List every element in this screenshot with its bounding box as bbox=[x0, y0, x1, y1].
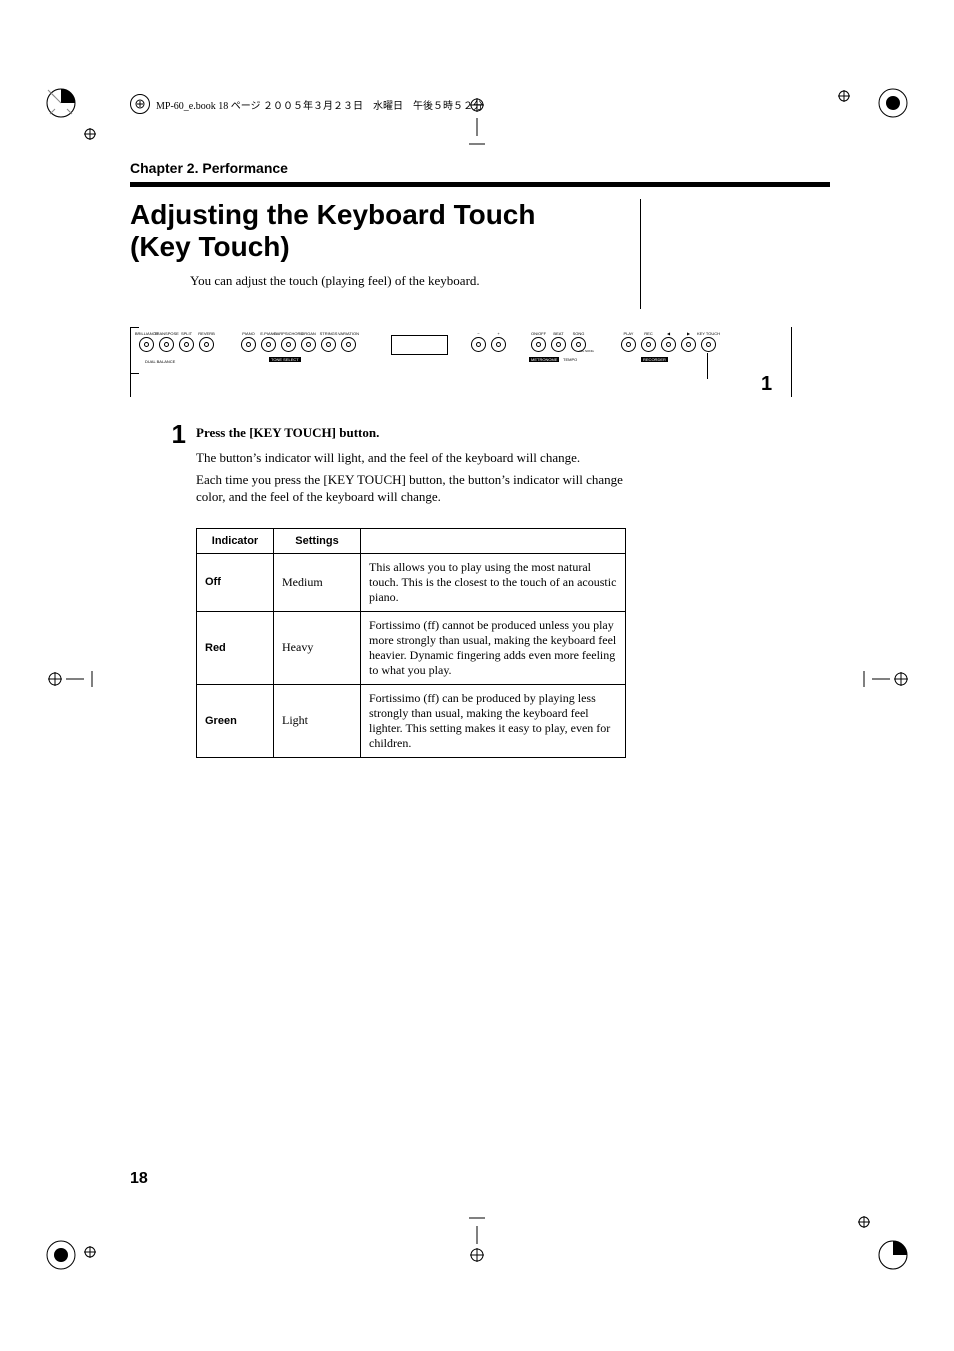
reg-mark-bottom-left-inner bbox=[84, 1246, 96, 1258]
color-target-top-left bbox=[46, 88, 76, 118]
panel-btn-fwd bbox=[681, 337, 696, 352]
key-touch-settings-table: Indicator Settings Off Medium This allow… bbox=[196, 528, 626, 758]
panel-label-fwd: ▶ bbox=[687, 331, 690, 336]
panel-btn-keytouch bbox=[701, 337, 716, 352]
panel-btn-rec bbox=[641, 337, 656, 352]
table-header-row: Indicator Settings bbox=[197, 528, 626, 553]
table-row: Off Medium This allows you to play using… bbox=[197, 553, 626, 611]
panel-btn-epiano bbox=[261, 337, 276, 352]
book-meta-text: MP-60_e.book 18 ページ ２００５年３月２３日 水曜日 午後５時５… bbox=[156, 97, 483, 112]
table-header-settings: Settings bbox=[274, 528, 361, 553]
panel-label-beat: BEAT bbox=[553, 331, 563, 336]
step-title: Press the [KEY TOUCH] button. bbox=[196, 425, 636, 441]
panel-label-onoff: ON/OFF bbox=[531, 331, 546, 336]
panel-btn-onoff bbox=[531, 337, 546, 352]
panel-under-dual-balance: DUAL BALANCE bbox=[145, 359, 175, 364]
panel-btn-reverb bbox=[199, 337, 214, 352]
table-row: Green Light Fortissimo (ff) can be produ… bbox=[197, 684, 626, 757]
panel-label-split: SPLIT bbox=[181, 331, 192, 336]
color-target-bottom-left bbox=[46, 1240, 76, 1270]
panel-btn-beat bbox=[551, 337, 566, 352]
panel-under-metronome: METRONOME bbox=[529, 357, 559, 362]
table-header-indicator: Indicator bbox=[197, 528, 274, 553]
step-paragraph-2: Each time you press the [KEY TOUCH] butt… bbox=[196, 471, 636, 506]
cell-desc-green: Fortissimo (ff) can be produced by playi… bbox=[361, 684, 626, 757]
panel-btn-split bbox=[179, 337, 194, 352]
cell-desc-red: Fortissimo (ff) cannot be produced unles… bbox=[361, 611, 626, 684]
reg-mark-bottom-right-inner bbox=[858, 1216, 870, 1228]
panel-label-plus: + bbox=[497, 331, 499, 336]
cell-setting-heavy: Heavy bbox=[274, 611, 361, 684]
panel-under-recorder: RECORDER bbox=[641, 357, 668, 362]
reg-mark-top-left-inner bbox=[84, 128, 96, 140]
device-panel-diagram: BRILLIANCE TRANSPOSE SPLIT REVERB DUAL B… bbox=[130, 327, 792, 397]
panel-under-tone-select: TONE SELECT bbox=[269, 357, 301, 362]
crop-mark-bottom-center bbox=[469, 1216, 485, 1244]
panel-btn-piano bbox=[241, 337, 256, 352]
panel-btn-brilliance bbox=[139, 337, 154, 352]
panel-label-song: SONG bbox=[573, 331, 585, 336]
panel-label-reverb: REVERB bbox=[198, 331, 214, 336]
crop-mark-top-center bbox=[469, 118, 485, 146]
panel-label-keytouch: KEY TOUCH bbox=[697, 331, 720, 336]
panel-lcd bbox=[391, 335, 448, 355]
panel-btn-plus bbox=[491, 337, 506, 352]
panel-label-variation: VARIATION bbox=[338, 331, 359, 336]
crop-mark-right-center bbox=[862, 671, 890, 687]
panel-btn-variation bbox=[341, 337, 356, 352]
panel-btn-play bbox=[621, 337, 636, 352]
color-target-top-right bbox=[878, 88, 908, 118]
page-title-line2: (Key Touch) bbox=[130, 231, 290, 262]
panel-label-harpsichord: HARPSICHORD bbox=[274, 331, 304, 336]
reg-mark-top-right-inner bbox=[838, 90, 850, 102]
table-row: Red Heavy Fortissimo (ff) cannot be prod… bbox=[197, 611, 626, 684]
crop-mark-left-center bbox=[66, 671, 94, 687]
panel-btn-organ bbox=[301, 337, 316, 352]
book-meta-header: MP-60_e.book 18 ページ ２００５年３月２３日 水曜日 午後５時５… bbox=[130, 94, 483, 114]
table-header-blank bbox=[361, 528, 626, 553]
panel-under-allsong: ALL SONG bbox=[579, 349, 594, 353]
page-number: 18 bbox=[130, 1170, 148, 1188]
reg-mark-bottom-center bbox=[470, 1248, 484, 1262]
panel-label-minus: − bbox=[477, 331, 479, 336]
panel-label-organ: ORGAN bbox=[301, 331, 316, 336]
panel-btn-minus bbox=[471, 337, 486, 352]
panel-btn-rew bbox=[661, 337, 676, 352]
reg-mark-left-center bbox=[48, 672, 62, 686]
callout-number: 1 bbox=[761, 373, 772, 396]
color-target-bottom-right bbox=[878, 1240, 908, 1270]
cell-desc-off: This allows you to play using the most n… bbox=[361, 553, 626, 611]
step-paragraph-1: The button’s indicator will light, and t… bbox=[196, 449, 636, 467]
book-icon bbox=[130, 94, 150, 114]
panel-label-play: PLAY bbox=[624, 331, 634, 336]
page-title-line1: Adjusting the Keyboard Touch bbox=[130, 199, 535, 230]
cell-indicator-off: Off bbox=[197, 553, 274, 611]
panel-label-transpose: TRANSPOSE bbox=[154, 331, 179, 336]
chapter-header: Chapter 2. Performance bbox=[130, 160, 830, 176]
panel-btn-harpsichord bbox=[281, 337, 296, 352]
panel-label-rew: ◀ bbox=[667, 331, 670, 336]
panel-label-piano: PIANO bbox=[242, 331, 254, 336]
panel-label-rec: REC bbox=[644, 331, 652, 336]
reg-mark-right-center bbox=[894, 672, 908, 686]
callout-line bbox=[707, 353, 708, 379]
cell-setting-medium: Medium bbox=[274, 553, 361, 611]
step-number: 1 bbox=[130, 421, 196, 447]
chapter-rule bbox=[130, 182, 830, 187]
cell-indicator-red: Red bbox=[197, 611, 274, 684]
cell-setting-light: Light bbox=[274, 684, 361, 757]
cell-indicator-green: Green bbox=[197, 684, 274, 757]
panel-under-tempo: TEMPO bbox=[563, 357, 577, 362]
page-title: Adjusting the Keyboard Touch (Key Touch) bbox=[130, 199, 630, 263]
panel-label-strings: STRINGS bbox=[320, 331, 338, 336]
panel-btn-strings bbox=[321, 337, 336, 352]
panel-btn-transpose bbox=[159, 337, 174, 352]
intro-text: You can adjust the touch (playing feel) … bbox=[190, 273, 630, 289]
title-vertical-rule bbox=[640, 199, 641, 309]
